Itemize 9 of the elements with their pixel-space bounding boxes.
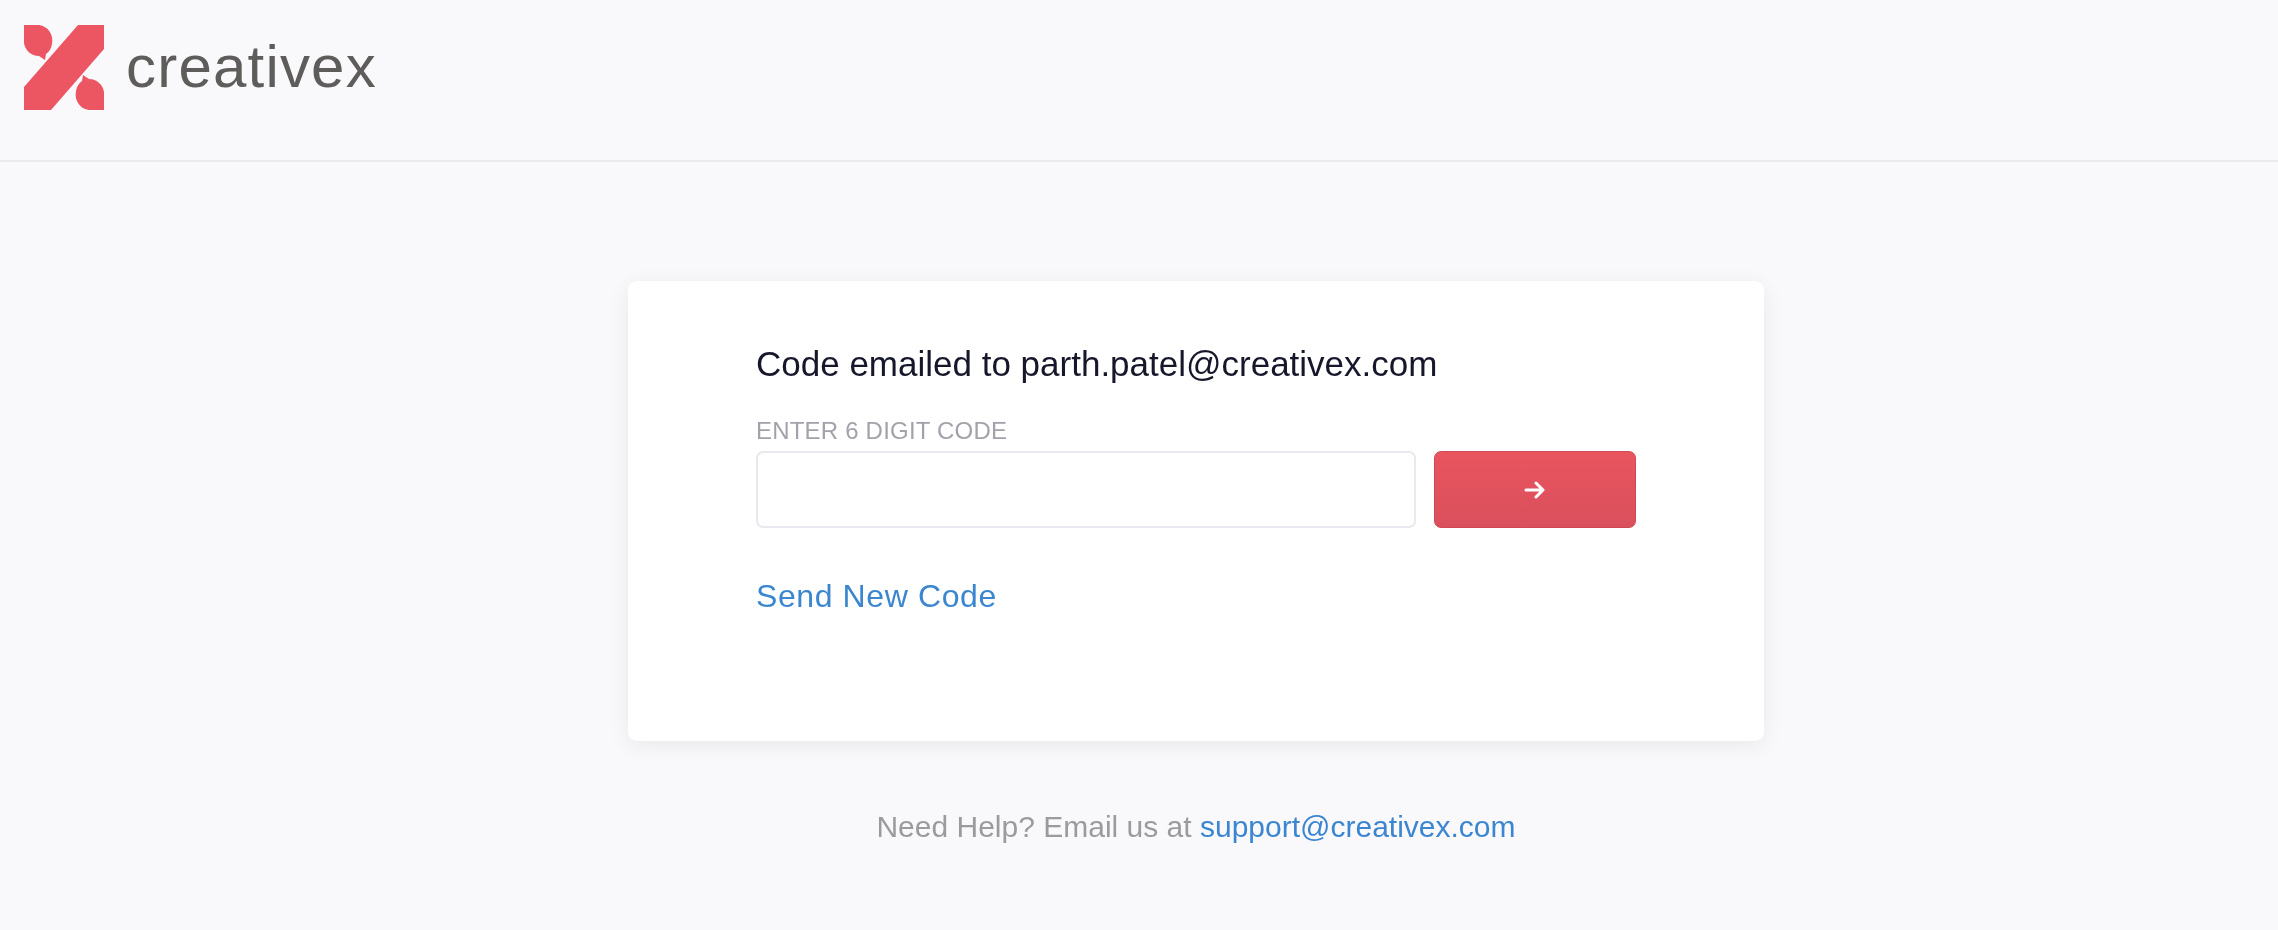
logo-icon bbox=[24, 25, 104, 110]
help-text: Need Help? Email us at support@creativex.com bbox=[876, 809, 1516, 845]
field-label: ENTER 6 DIGIT CODE bbox=[756, 416, 1008, 445]
submit-button[interactable] bbox=[1434, 451, 1636, 528]
support-email-link[interactable]: support@creativex.com bbox=[1199, 810, 1516, 843]
arrow-right-icon bbox=[1524, 480, 1546, 499]
code-sent-heading: Code emailed to parth.patel@creativex.com bbox=[756, 343, 1438, 385]
logo-wordmark: creativex bbox=[126, 37, 377, 97]
send-new-code-link[interactable]: Send New Code bbox=[756, 576, 997, 616]
